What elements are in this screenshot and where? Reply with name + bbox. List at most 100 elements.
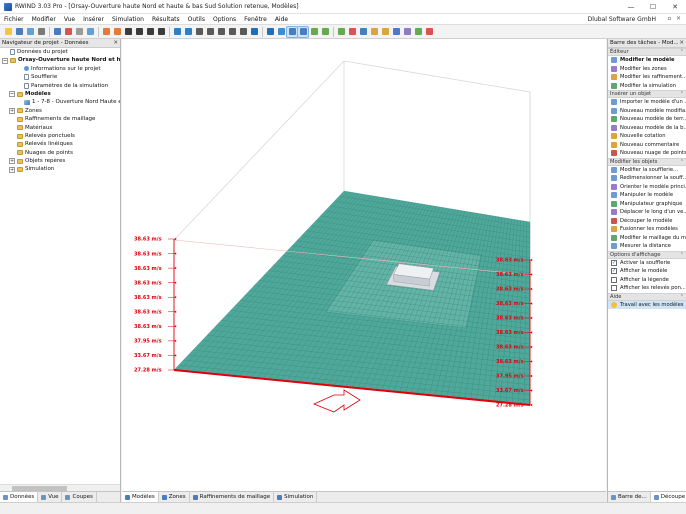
clip-button[interactable] (347, 27, 357, 37)
tree-item-donnees-du-projet[interactable]: Données du projet (0, 48, 120, 56)
tab-modeles[interactable]: Modèles (122, 492, 159, 502)
section-header-inserer-un-objet[interactable]: Insérer un objet ⌃ (608, 90, 686, 98)
menu-modifier[interactable]: Modifier (28, 14, 60, 25)
task-modifier-le-modele[interactable]: Modifier le modèle (608, 56, 686, 65)
menu-inserer[interactable]: Insérer (79, 14, 108, 25)
menu-fenetre[interactable]: Fenêtre (240, 14, 271, 25)
collapse-chevron-icon[interactable]: ⌃ (680, 294, 684, 301)
settings-button[interactable] (358, 27, 368, 37)
new-file-button[interactable] (3, 27, 13, 37)
move-button[interactable] (205, 27, 215, 37)
wind-tunnel-scene[interactable]: 27.28 m/s 33.67 m/s 37.95 m/s 38.63 m/s 38.6… (122, 39, 606, 491)
show-profile-button[interactable] (320, 27, 330, 37)
front-view-button[interactable] (134, 27, 144, 37)
task-nouveau-nuage-de-points[interactable]: Nouveau nuage de points (608, 149, 686, 158)
labels-button[interactable] (380, 27, 390, 37)
measure-button[interactable] (227, 27, 237, 37)
task-manipuler-le-modele[interactable]: Manipuler le modèle (608, 191, 686, 200)
task-orienter-le-modele-princi[interactable]: Orienter le modèle princi... (608, 183, 686, 192)
checkbox[interactable]: ✓ (611, 268, 617, 275)
mesh-button[interactable] (286, 25, 298, 38)
tree-item-releves-lineiques[interactable]: Relevés linéiques (0, 140, 120, 148)
tree-item-nuages-de-points[interactable]: Nuages de points (0, 149, 120, 157)
tab-coupes[interactable]: Coupes (62, 492, 97, 502)
close-icon[interactable]: × (675, 15, 682, 23)
maximize-button[interactable]: ☐ (642, 0, 664, 14)
task-nouveau-commentaire[interactable]: Nouveau commentaire (608, 141, 686, 150)
tree-expander-icon[interactable]: − (9, 91, 15, 98)
tree-expander-icon[interactable]: + (9, 166, 15, 173)
task-nouveau-modele-de-la-b[interactable]: Nouveau modèle de la b... (608, 124, 686, 133)
3d-viewport[interactable]: 27.28 m/s 33.67 m/s 37.95 m/s 38.63 m/s 38.6… (122, 39, 606, 491)
checkbox[interactable]: ✓ (611, 259, 617, 266)
tree-item-soufflerie[interactable]: Soufflerie (0, 73, 120, 81)
side-view-button[interactable] (156, 27, 166, 37)
task-modifier-les-raffinement[interactable]: Modifier les raffinement... (608, 73, 686, 82)
option-afficher-les-releves-pon[interactable]: Afficher les relevés pon... (608, 284, 686, 293)
tree-item-modeles[interactable]: − Modèles (0, 90, 120, 98)
section-header-aide[interactable]: Aide ⌃ (608, 292, 686, 301)
tree-expander-icon[interactable]: − (2, 57, 8, 64)
tab-decoupe[interactable]: Découpe (650, 492, 686, 502)
task-modifier-les-zones[interactable]: Modifier les zones (608, 65, 686, 74)
task-importer-le-modele-d-un[interactable]: Importer le modèle d'un ... (608, 98, 686, 107)
panel-close-icon[interactable]: ✕ (679, 39, 684, 47)
task-nouveau-modele-modifia[interactable]: Nouveau modèle modifia... (608, 107, 686, 116)
open-file-button[interactable] (14, 27, 24, 37)
menu-vue[interactable]: Vue (60, 14, 79, 25)
show-tunnel-button[interactable] (309, 27, 319, 37)
panel-close-icon[interactable]: ✕ (113, 39, 118, 47)
rotate-button[interactable] (172, 27, 182, 37)
tree-item-parametres-de-la-simulation[interactable]: Paramètres de la simulation (0, 82, 120, 90)
horizontal-scrollbar[interactable] (0, 484, 120, 491)
stop-button[interactable] (424, 27, 434, 37)
collapse-chevron-icon[interactable]: ⌃ (680, 159, 684, 166)
collapse-chevron-icon[interactable]: ⌃ (680, 49, 684, 56)
select-button[interactable] (194, 27, 204, 37)
pan-button[interactable] (183, 27, 193, 37)
task-deplacer-le-long-d-un-ve[interactable]: Déplacer le long d'un ve... (608, 208, 686, 217)
tree-item-releves-ponctuels[interactable]: Relevés ponctuels (0, 132, 120, 140)
tree-item-informations-sur-le-projet[interactable]: Informations sur le projet (0, 65, 120, 73)
save-button[interactable] (25, 27, 35, 37)
collapse-chevron-icon[interactable]: ⌃ (680, 252, 684, 259)
grid-button[interactable] (238, 27, 248, 37)
task-redimensionner-la-souff[interactable]: Redimensionner la souff... (608, 174, 686, 183)
cut-button[interactable] (74, 27, 84, 37)
tree-expander-icon[interactable]: + (9, 158, 15, 165)
legend-button[interactable] (369, 27, 379, 37)
collapse-chevron-icon[interactable]: ⌃ (680, 91, 684, 98)
zoom-in-button[interactable] (101, 27, 111, 37)
task-nouveau-modele-de-terr[interactable]: Nouveau modèle de terr... (608, 115, 686, 124)
section-header-modifier-les-objets[interactable]: Modifier les objets ⌃ (608, 157, 686, 166)
check-button[interactable] (413, 27, 423, 37)
tab-donnees[interactable]: Données (0, 492, 39, 502)
task-manipulateur-graphique[interactable]: Manipulateur graphique (608, 200, 686, 209)
camera-button[interactable] (391, 27, 401, 37)
menu-simulation[interactable]: Simulation (108, 14, 148, 25)
task-modifier-la-simulation[interactable]: Modifier la simulation (608, 82, 686, 91)
tab-zones[interactable]: Zones (159, 492, 190, 502)
task-modifier-la-soufflerie[interactable]: Modifier la soufflerie... (608, 166, 686, 175)
tree-item-materiaux[interactable]: Matériaux (0, 124, 120, 132)
help-travail-avec-les-modeles[interactable]: Travail avec les modèles (608, 300, 686, 309)
menu-aide[interactable]: Aide (271, 14, 292, 25)
scale-button[interactable] (216, 27, 226, 37)
task-nouvelle-cotation[interactable]: Nouvelle cotation (608, 132, 686, 141)
copy-button[interactable] (85, 27, 95, 37)
undo-button[interactable] (52, 27, 62, 37)
menu-outils[interactable]: Outils (184, 14, 209, 25)
tab-raffinements-de-maillage[interactable]: Raffinements de maillage (190, 492, 275, 502)
wireframe-button[interactable] (249, 27, 259, 37)
tree-item-raffinements-de-maillage[interactable]: Raffinements de maillage (0, 115, 120, 123)
light-button[interactable] (402, 27, 412, 37)
tab-barre-de[interactable]: Barre de... (608, 492, 651, 502)
minimize-button[interactable]: — (620, 0, 642, 14)
tree-item-zones[interactable]: + Zones (0, 107, 120, 115)
task-fusionner-les-modeles[interactable]: Fusionner les modèles (608, 225, 686, 234)
option-afficher-la-legende[interactable]: Afficher la légende (608, 276, 686, 285)
menu-resultats[interactable]: Résultats (148, 14, 184, 25)
option-afficher-le-modele[interactable]: ✓ Afficher le modèle (608, 267, 686, 276)
menu-fichier[interactable]: Fichier (0, 14, 28, 25)
tab-simulation[interactable]: Simulation (274, 492, 318, 502)
